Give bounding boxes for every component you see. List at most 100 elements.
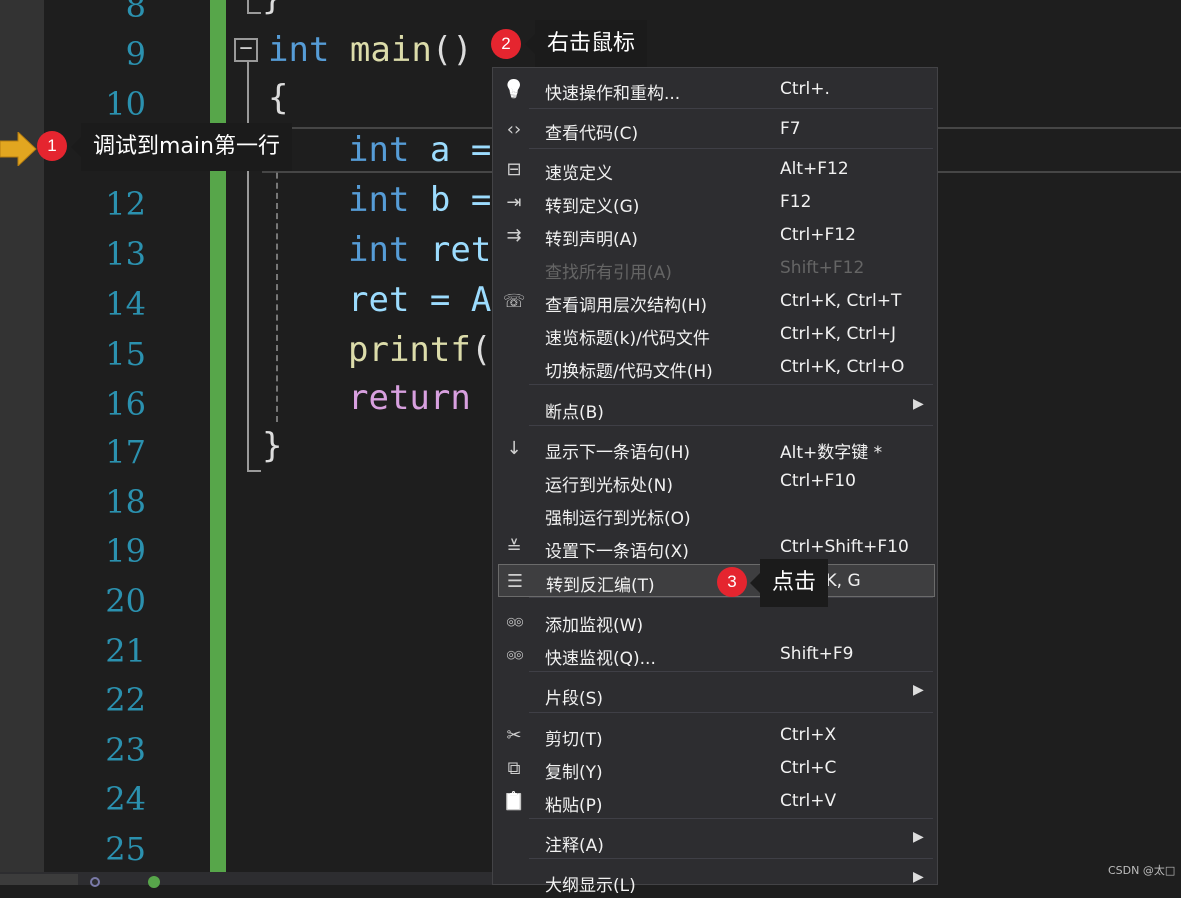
- menu-item-label: 转到反汇编(T): [546, 576, 655, 596]
- menu-item-label: 复制(Y): [545, 763, 603, 783]
- menu-item-shortcut: Ctrl+X: [780, 725, 837, 745]
- menu-item[interactable]: ✂ 剪切(T) Ctrl+X: [493, 719, 937, 752]
- line-number: 20: [105, 582, 146, 620]
- menu-item[interactable]: ☏ 查看调用层次结构(H) Ctrl+K, Ctrl+T: [493, 285, 937, 318]
- line-number: 16: [105, 385, 146, 423]
- code-line: {: [268, 78, 289, 118]
- menu-item-label: 粘贴(P): [545, 796, 603, 816]
- menu-item-label: 设置下一条语句(X): [545, 542, 689, 562]
- status-tab[interactable]: [0, 874, 78, 885]
- outline-guide: [247, 470, 261, 472]
- menu-item[interactable]: ◎◎ 添加监视(W): [493, 605, 937, 638]
- code-line: int ret: [348, 230, 491, 270]
- menu-separator: [529, 597, 933, 598]
- code-line: int b =: [348, 180, 491, 220]
- menu-item[interactable]: ≚ 设置下一条语句(X) Ctrl+Shift+F10: [493, 531, 937, 564]
- menu-item[interactable]: 强制运行到光标(O): [493, 498, 937, 531]
- menu-item-label: 注释(A): [545, 836, 604, 856]
- menu-item[interactable]: 注释(A) ▶: [493, 825, 937, 858]
- line-number: 19: [105, 532, 146, 570]
- code-line: return (: [348, 378, 512, 418]
- watch-glasses-icon: ◎◎: [506, 615, 523, 628]
- code-line: ret = A: [348, 280, 492, 320]
- line-number: 22: [105, 681, 146, 719]
- line-number: 15: [105, 335, 146, 373]
- indicator-margin[interactable]: [0, 0, 44, 872]
- menu-separator: [529, 384, 933, 385]
- annotation-badge: 3: [717, 567, 747, 597]
- menu-item[interactable]: ⧉ 复制(Y) Ctrl+C: [493, 752, 937, 785]
- line-number: 10: [105, 85, 146, 123]
- menu-item[interactable]: ◎◎ 快速监视(Q)... Shift+F9: [493, 638, 937, 671]
- menu-item[interactable]: 断点(B) ▶: [493, 392, 937, 425]
- code-text: b =: [429, 180, 492, 220]
- menu-item-label: 剪切(T): [545, 730, 603, 750]
- menu-item[interactable]: ⊟ 速览定义 Alt+F12: [493, 153, 937, 186]
- menu-item-shortcut: Ctrl+.: [780, 79, 830, 99]
- line-number: 9: [125, 35, 146, 73]
- scissors-icon: ✂: [506, 725, 522, 746]
- menu-item[interactable]: 💡 快速操作和重构... Ctrl+.: [493, 73, 937, 106]
- menu-item[interactable]: 切换标题/代码文件(H) Ctrl+K, Ctrl+O: [493, 351, 937, 384]
- menu-item-label: 强制运行到光标(O): [545, 509, 691, 529]
- call-hierarchy-icon: ☏: [502, 291, 526, 312]
- menu-item-label: 添加监视(W): [545, 616, 644, 636]
- collapse-toggle[interactable]: −: [234, 38, 258, 62]
- menu-item-label: 查看调用层次结构(H): [545, 296, 708, 316]
- line-number: 14: [105, 285, 146, 323]
- menu-item[interactable]: ⇉ 转到声明(A) Ctrl+F12: [493, 219, 937, 252]
- code-line: }: [262, 0, 282, 18]
- menu-separator: [529, 108, 933, 109]
- down-arrow-icon: ↓: [506, 438, 522, 459]
- menu-item-label: 速览定义: [545, 164, 613, 184]
- goto-definition-icon: ⇥: [506, 192, 522, 213]
- menu-item-label: 运行到光标处(N): [545, 476, 673, 496]
- quickwatch-glasses-icon: ◎◎: [506, 648, 523, 661]
- menu-item-label: 速览标题(k)/代码文件: [545, 329, 710, 349]
- menu-item[interactable]: ↓ 显示下一条语句(H) Alt+数字键 *: [493, 432, 937, 465]
- code-line: }: [262, 426, 283, 466]
- goto-declaration-icon: ⇉: [506, 225, 522, 246]
- menu-item[interactable]: 运行到光标处(N) Ctrl+F10: [493, 465, 937, 498]
- current-statement-arrow-icon: [0, 132, 37, 166]
- paste-icon: 📋: [502, 791, 526, 812]
- line-number: 12: [105, 185, 146, 223]
- menu-separator: [529, 671, 933, 672]
- status-ok-icon: [148, 876, 160, 888]
- code-text: a =: [429, 130, 492, 170]
- context-menu[interactable]: 💡 快速操作和重构... Ctrl+. ‹› 查看代码(C) F7 ⊟ 速览定义 Alt+F12…: [492, 67, 938, 896]
- function-name: main: [349, 30, 432, 70]
- submenu-arrow-icon: ▶: [913, 396, 924, 412]
- indent-guide: [276, 132, 278, 422]
- punctuation: (): [431, 30, 473, 70]
- outline-guide: [247, 0, 249, 12]
- menu-item-label: 查看代码(C): [545, 124, 639, 144]
- menu-item-label: 大纲显示(L): [545, 876, 636, 896]
- peek-definition-icon: ⊟: [506, 159, 522, 180]
- menu-item-label: 断点(B): [545, 403, 604, 423]
- code-brackets-icon: ‹›: [506, 119, 522, 140]
- menu-item[interactable]: 速览标题(k)/代码文件 Ctrl+K, Ctrl+J: [493, 318, 937, 351]
- menu-item-label: 查找所有引用(A): [545, 263, 672, 283]
- code-text: (: [470, 330, 492, 370]
- line-number: 25: [105, 830, 146, 868]
- menu-item-shortcut: Ctrl+K, Ctrl+T: [780, 291, 902, 311]
- menu-item[interactable]: ⇥ 转到定义(G) F12: [493, 186, 937, 219]
- outline-guide: [247, 12, 261, 14]
- menu-item[interactable]: ‹› 查看代码(C) F7: [493, 113, 937, 146]
- menu-item[interactable]: 大纲显示(L) ▶: [493, 865, 937, 898]
- menu-item[interactable]: 📋 粘贴(P) Ctrl+V: [493, 785, 937, 818]
- menu-item[interactable]: 查找所有引用(A) Shift+F12: [493, 252, 937, 285]
- submenu-arrow-icon: ▶: [913, 869, 924, 885]
- status-indicator-icon: [90, 877, 100, 887]
- line-number: 18: [105, 483, 146, 521]
- line-number: 21: [105, 632, 146, 670]
- code-text: ret: [429, 230, 492, 270]
- line-number: 17: [105, 433, 146, 471]
- menu-item-shortcut: Ctrl+K, Ctrl+J: [780, 324, 896, 344]
- code-line: int a =: [348, 130, 491, 170]
- submenu-arrow-icon: ▶: [913, 829, 924, 845]
- menu-item[interactable]: 片段(S) ▶: [493, 678, 937, 711]
- set-next-statement-icon: ≚: [506, 537, 522, 558]
- menu-item-shortcut: Shift+F9: [780, 644, 854, 664]
